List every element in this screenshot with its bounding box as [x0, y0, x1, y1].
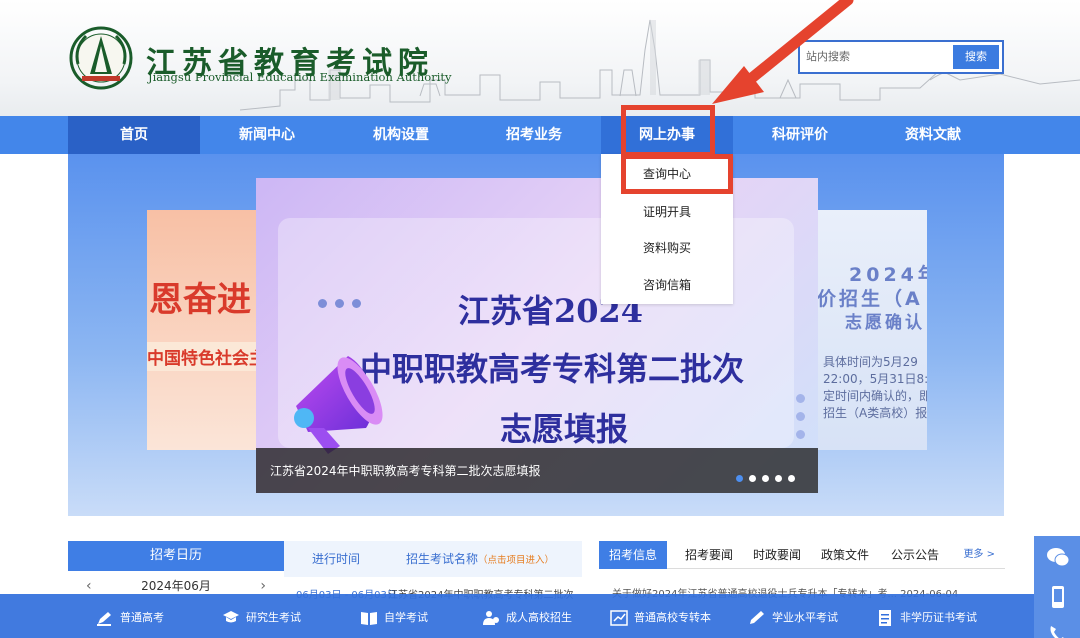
next-slide-body-4: 招生（A类高校）报名: [823, 406, 927, 420]
banner-dots-decoration: [318, 293, 369, 312]
exam-col-name-label: 招生考试名称: [406, 552, 479, 566]
pencil-icon: [750, 611, 764, 624]
graduation-cap-icon: [223, 611, 239, 623]
exam-col-time: 进行时间: [312, 552, 361, 566]
banner-side-dots-decoration: [796, 394, 805, 448]
quick-link-label: 自学考试: [384, 611, 428, 624]
nav-item-admissions[interactable]: 招考业务: [468, 116, 600, 154]
banner-title-line3: 志愿填报: [500, 410, 629, 448]
quick-link-label: 研究生考试: [246, 611, 301, 624]
carousel-dot-5[interactable]: [788, 475, 795, 482]
nav-item-news[interactable]: 新闻中心: [201, 116, 333, 154]
quick-link-self-study[interactable]: 自学考试: [360, 608, 428, 628]
quick-link-transfer[interactable]: 普通高校专转本: [610, 608, 711, 628]
quick-link-gaokao[interactable]: 普通高考: [96, 608, 164, 628]
carousel-dot-3[interactable]: [762, 475, 769, 482]
quick-link-postgraduate[interactable]: 研究生考试: [222, 608, 301, 628]
tab-admission-info[interactable]: 招考信息: [599, 541, 667, 569]
carousel-caption-bar: 江苏省2024年中职职教高考专科第二批次志愿填报: [256, 448, 818, 493]
quick-link-proficiency[interactable]: 学业水平考试: [748, 608, 838, 628]
quick-link-label: 非学历证书考试: [900, 611, 977, 624]
exam-col-name: 招生考试名称（点击项目进入）: [406, 541, 554, 579]
quick-link-label: 普通高考: [120, 611, 164, 624]
tab-announcements[interactable]: 公示公告: [885, 541, 945, 569]
site-header: 江苏省教育考试院 Jiangsu Provincial Education Ex…: [0, 0, 1080, 116]
quick-link-adult-admission[interactable]: 成人高校招生: [482, 608, 572, 628]
tab-policy-documents[interactable]: 政策文件: [815, 541, 875, 569]
main-nav: 首页 新闻中心 机构设置 招考业务 网上办事 科研评价 资料文献: [0, 116, 1080, 154]
document-icon: [879, 610, 891, 626]
tab-admission-news[interactable]: 招考要闻: [679, 541, 739, 569]
pen-icon: [97, 612, 111, 626]
nav-item-documents[interactable]: 资料文献: [867, 116, 999, 154]
carousel-next-slide[interactable]: 2024年 价招生（A 志愿确认 具体时间为5月29 22:00，5月31日8:…: [817, 210, 927, 450]
quick-link-label: 成人高校招生: [506, 611, 572, 624]
book-icon: [361, 612, 377, 625]
nav-item-research[interactable]: 科研评价: [734, 116, 866, 154]
dropdown-item-mailbox[interactable]: 咨询信箱: [601, 267, 733, 303]
next-slide-body-2: 22:00，5月31日8:: [823, 372, 927, 386]
banner-title-line2: 中职职教高考专科第二批次: [360, 350, 745, 388]
chart-icon: [610, 610, 628, 626]
calendar-month: 2024年06月: [141, 579, 211, 593]
quick-link-label: 普通高校专转本: [634, 611, 711, 624]
news-more-link[interactable]: 更多 >: [963, 541, 995, 569]
search-input[interactable]: [806, 47, 946, 67]
tab-political-news[interactable]: 时政要闻: [747, 541, 807, 569]
quick-link-label: 学业水平考试: [772, 611, 838, 624]
dropdown-item-certificate[interactable]: 证明开具: [601, 194, 733, 230]
next-slide-line3: 志愿确认: [845, 313, 925, 333]
carousel-prev-slide[interactable]: 恩奋进 中国特色社会主: [147, 210, 257, 450]
institute-logo: [69, 26, 133, 90]
exam-table-header: 进行时间 招生考试名称（点击项目进入）: [284, 541, 582, 577]
highlight-box-nav: [621, 105, 715, 157]
mobile-icon[interactable]: [1046, 586, 1070, 608]
carousel-pager: [736, 467, 801, 486]
next-slide-line1: 2024年: [849, 264, 927, 286]
carousel-main-slide[interactable]: 江苏省2024 中职职教高考专科第二批次 志愿填报 江苏省2024年中职职教高考…: [256, 178, 818, 493]
next-slide-body-1: 具体时间为5月29: [823, 355, 918, 369]
floating-toolbar: [1034, 536, 1080, 638]
news-tabs: 招考信息 招考要闻 时政要闻 政策文件 公示公告 更多 >: [599, 541, 1005, 569]
people-icon: [483, 611, 499, 625]
wechat-icon[interactable]: [1046, 546, 1070, 568]
site-title-en: Jiangsu Provincial Education Examination…: [148, 70, 452, 84]
carousel-dot-2[interactable]: [749, 475, 756, 482]
page-root: { "site": { "title_cn": "江苏省教育考试院", "tit…: [0, 0, 1080, 638]
search-button[interactable]: 搜索: [953, 45, 999, 69]
quick-link-certificate-exam[interactable]: 非学历证书考试: [876, 608, 977, 628]
prev-slide-title: 恩奋进: [149, 280, 251, 320]
nav-item-organization[interactable]: 机构设置: [335, 116, 467, 154]
next-slide-body: 具体时间为5月29 22:00，5月31日8: 定时间内确认的，即 招生（A类高…: [823, 354, 927, 422]
carousel-caption: 江苏省2024年中职职教高考专科第二批次志愿填报: [270, 464, 541, 478]
prev-slide-subtitle: 中国特色社会主: [147, 342, 257, 371]
calendar-title: 招考日历: [68, 541, 284, 571]
highlight-box-query: [621, 154, 733, 194]
dropdown-item-purchase[interactable]: 资料购买: [601, 230, 733, 266]
carousel-dot-4[interactable]: [775, 475, 782, 482]
nav-item-home[interactable]: 首页: [68, 116, 200, 154]
phone-icon[interactable]: [1046, 624, 1070, 638]
search-box: 搜索: [798, 40, 1004, 74]
exam-col-hint: （点击项目进入）: [478, 555, 555, 566]
megaphone-icon: [294, 356, 383, 454]
next-slide-line2: 价招生（A: [817, 288, 923, 310]
quick-links-bar: 普通高考 研究生考试 自学考试 成人高校招生 普通高校专转本 学业水平考试 非学…: [0, 594, 1080, 638]
next-slide-body-3: 定时间内确认的，即: [823, 389, 927, 403]
exam-calendar: 招考日历 ‹ 2024年06月 ›: [68, 541, 284, 601]
carousel-dot-1[interactable]: [736, 475, 743, 482]
